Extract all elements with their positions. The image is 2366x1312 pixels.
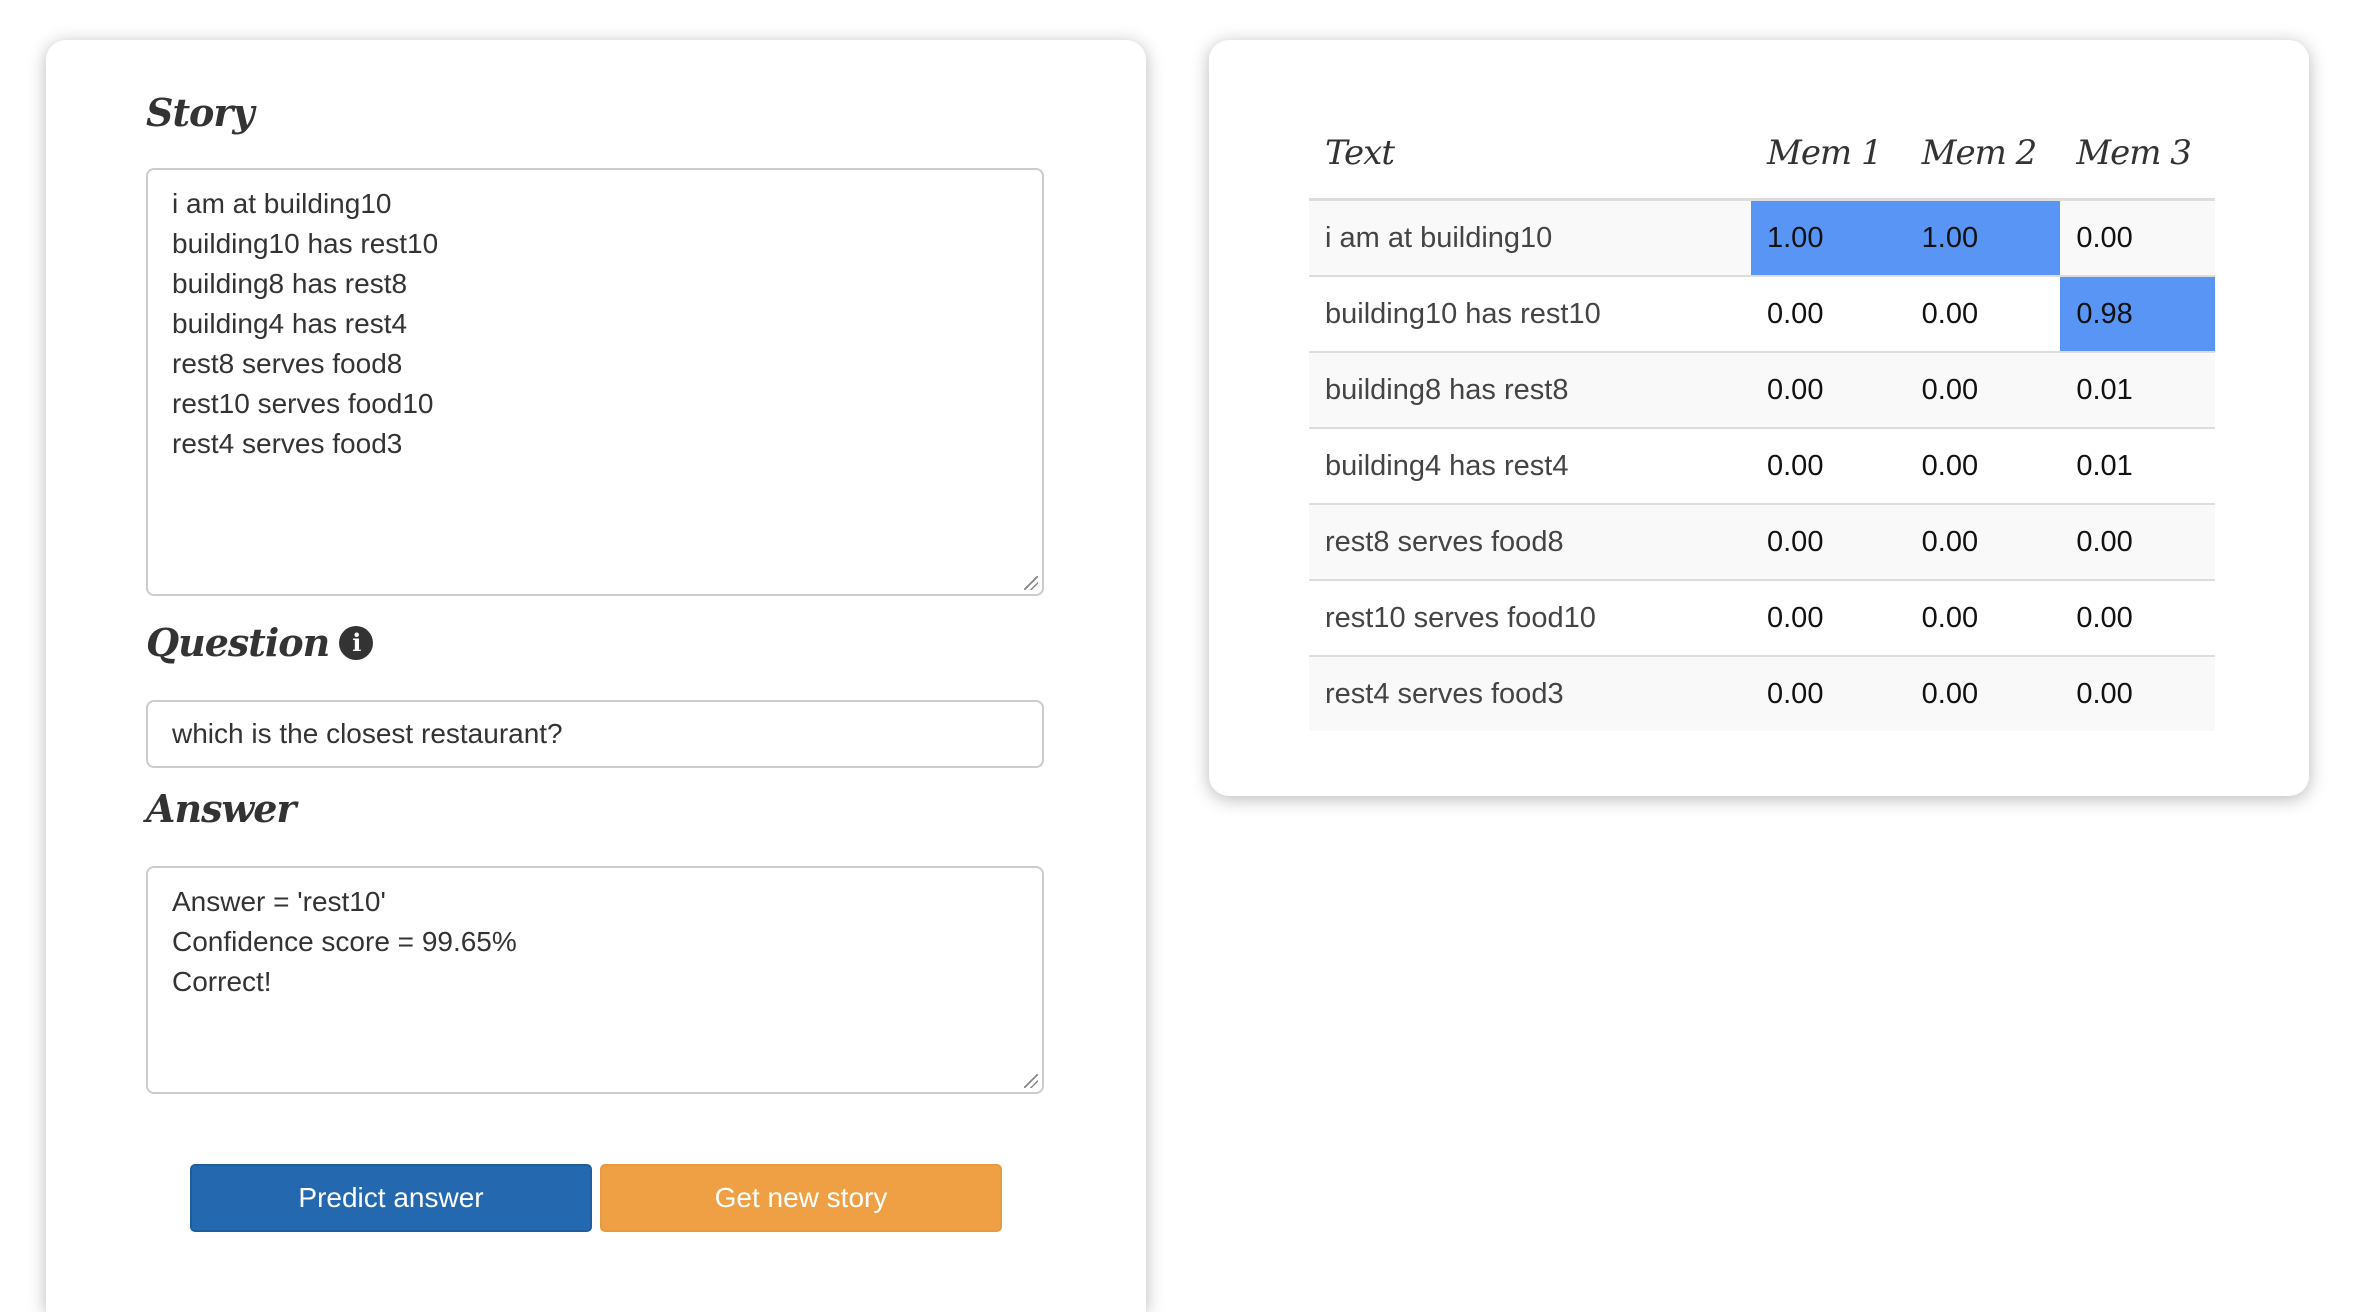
resize-handle-icon[interactable] bbox=[1024, 1074, 1038, 1088]
mem-1-cell: 0.00 bbox=[1751, 352, 1906, 429]
mem-3-cell: 0.00 bbox=[2060, 504, 2215, 581]
resize-handle-icon[interactable] bbox=[1024, 576, 1038, 590]
mem-3-cell: 0.00 bbox=[2060, 199, 2215, 277]
mem-2-cell: 0.00 bbox=[1905, 428, 2061, 505]
answer-line: Correct! bbox=[172, 966, 272, 997]
memory-text-cell: rest8 serves food8 bbox=[1309, 504, 1751, 581]
answer-heading: Answer bbox=[146, 786, 296, 831]
mem-3-cell: 0.01 bbox=[2060, 428, 2215, 505]
story-line: rest10 serves food10 bbox=[172, 388, 434, 419]
mem-1-cell: 0.00 bbox=[1751, 276, 1906, 353]
story-line: rest4 serves food3 bbox=[172, 428, 403, 459]
mem-3-cell: 0.01 bbox=[2060, 352, 2215, 429]
mem-1-cell: 0.00 bbox=[1751, 504, 1906, 581]
table-row: i am at building10 1.00 1.00 0.00 bbox=[1309, 199, 2215, 277]
memory-text-cell: rest4 serves food3 bbox=[1309, 656, 1751, 731]
story-line: building4 has rest4 bbox=[172, 308, 408, 339]
memory-text-cell: building8 has rest8 bbox=[1309, 352, 1751, 429]
mem-2-cell: 0.00 bbox=[1905, 276, 2061, 353]
mem-2-cell: 0.00 bbox=[1905, 656, 2061, 731]
mem-1-cell: 0.00 bbox=[1751, 656, 1906, 731]
story-line: building10 has rest10 bbox=[172, 228, 439, 259]
table-row: rest8 serves food8 0.00 0.00 0.00 bbox=[1309, 504, 2215, 581]
story-heading: Story bbox=[146, 90, 254, 135]
story-panel: Story i am at building10 building10 has … bbox=[46, 40, 1146, 1312]
question-heading: Question i bbox=[146, 620, 374, 665]
predict-answer-button[interactable]: Predict answer bbox=[190, 1164, 592, 1232]
table-row: rest10 serves food10 0.00 0.00 0.00 bbox=[1309, 580, 2215, 657]
story-line: rest8 serves food8 bbox=[172, 348, 403, 379]
mem-3-cell: 0.98 bbox=[2060, 276, 2215, 353]
info-circle-icon[interactable]: i bbox=[339, 625, 374, 660]
table-row: building4 has rest4 0.00 0.00 0.01 bbox=[1309, 428, 2215, 505]
table-body: i am at building10 1.00 1.00 0.00 building10… bbox=[1309, 199, 2215, 731]
mem-2-cell: 0.00 bbox=[1905, 504, 2061, 581]
answer-line: Confidence score = 99.65% bbox=[172, 926, 517, 957]
get-new-story-button[interactable]: Get new story bbox=[600, 1164, 1002, 1232]
memory-text-cell: building4 has rest4 bbox=[1309, 428, 1751, 505]
mem-1-cell: 1.00 bbox=[1751, 199, 1906, 277]
header-mem-2: Mem 2 bbox=[1905, 108, 2061, 201]
mem-2-cell: 1.00 bbox=[1905, 199, 2061, 277]
header-mem-1: Mem 1 bbox=[1751, 108, 1906, 201]
header-mem-3: Mem 3 bbox=[2060, 108, 2215, 201]
table-row: rest4 serves food3 0.00 0.00 0.00 bbox=[1309, 656, 2215, 731]
table-row: building10 has rest10 0.00 0.00 0.98 bbox=[1309, 276, 2215, 353]
table-row: building8 has rest8 0.00 0.00 0.01 bbox=[1309, 352, 2215, 429]
table-header-row: Text Mem 1 Mem 2 Mem 3 bbox=[1309, 108, 2215, 201]
mem-2-cell: 0.00 bbox=[1905, 352, 2061, 429]
story-line: building8 has rest8 bbox=[172, 268, 408, 299]
story-textarea[interactable]: i am at building10 building10 has rest10… bbox=[146, 168, 1044, 596]
question-value: which is the closest restaurant? bbox=[172, 718, 563, 749]
memory-panel: Text Mem 1 Mem 2 Mem 3 i am at building1… bbox=[1209, 40, 2309, 796]
mem-1-cell: 0.00 bbox=[1751, 580, 1906, 657]
question-input[interactable]: which is the closest restaurant? bbox=[146, 700, 1044, 768]
mem-1-cell: 0.00 bbox=[1751, 428, 1906, 505]
story-line: i am at building10 bbox=[172, 188, 392, 219]
header-text: Text bbox=[1309, 108, 1751, 201]
mem-3-cell: 0.00 bbox=[2060, 656, 2215, 731]
memory-text-cell: building10 has rest10 bbox=[1309, 276, 1751, 353]
mem-2-cell: 0.00 bbox=[1905, 580, 2061, 657]
mem-3-cell: 0.00 bbox=[2060, 580, 2215, 657]
memory-text-cell: rest10 serves food10 bbox=[1309, 580, 1751, 657]
memory-attention-table: Text Mem 1 Mem 2 Mem 3 i am at building1… bbox=[1309, 108, 2215, 731]
answer-line: Answer = 'rest10' bbox=[172, 886, 386, 917]
question-heading-label: Question bbox=[146, 620, 330, 665]
memory-text-cell: i am at building10 bbox=[1309, 199, 1751, 277]
answer-textarea[interactable]: Answer = 'rest10' Confidence score = 99.… bbox=[146, 866, 1044, 1094]
